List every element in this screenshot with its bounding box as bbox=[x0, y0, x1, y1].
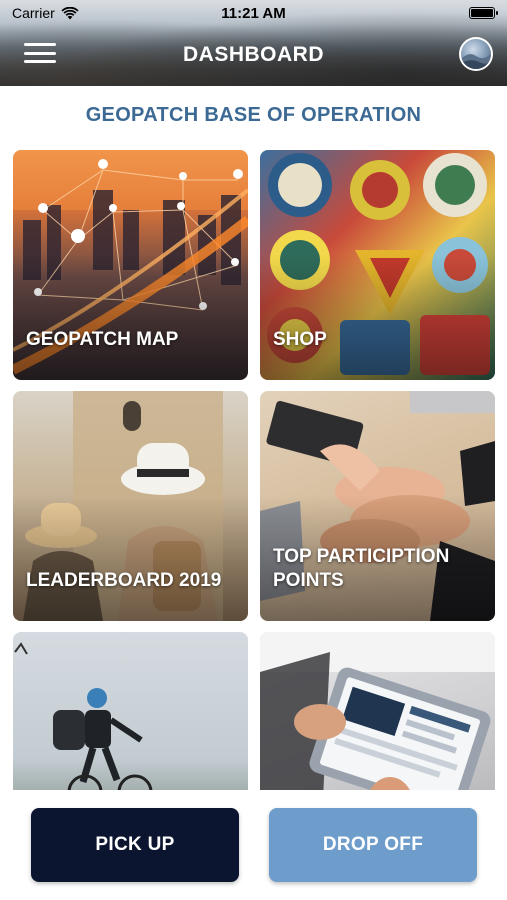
hamburger-menu-icon[interactable] bbox=[24, 40, 56, 66]
status-left: Carrier bbox=[12, 5, 79, 21]
drop-off-button[interactable]: DROP OFF bbox=[269, 808, 477, 882]
header-row: DASHBOARD bbox=[0, 30, 507, 80]
status-time: 11:21 AM bbox=[221, 4, 286, 22]
tile-label: TOP PARTICIPTION POINTS bbox=[273, 546, 450, 591]
battery-icon bbox=[469, 7, 498, 19]
dashboard-grid: GEOPATCH MAP SHOP LEADERBOARD 2019 TOP P… bbox=[13, 150, 495, 790]
tile-label: GEOPATCH MAP bbox=[26, 329, 179, 350]
pick-up-button[interactable]: PICK UP bbox=[31, 808, 239, 882]
avatar-image-icon bbox=[461, 54, 491, 69]
page-title: DASHBOARD bbox=[183, 43, 324, 66]
section-title: GEOPATCH BASE OF OPERATION bbox=[85, 104, 422, 126]
tile-shop[interactable]: SHOP bbox=[260, 150, 495, 380]
tile-label: SHOP bbox=[273, 329, 327, 350]
carrier-label: Carrier bbox=[12, 5, 55, 21]
tile-top-participation-points[interactable]: TOP PARTICIPTION POINTS bbox=[260, 391, 495, 621]
tile-label: LEADERBOARD 2019 bbox=[26, 570, 222, 591]
status-bar: Carrier 11:21 AM bbox=[0, 0, 507, 26]
tile-geopatch-map[interactable]: GEOPATCH MAP bbox=[13, 150, 248, 380]
tile-tablet[interactable] bbox=[260, 632, 495, 790]
wifi-icon bbox=[61, 6, 79, 19]
cyclist-image bbox=[14, 642, 153, 790]
tablet-news-image bbox=[260, 632, 495, 790]
avatar[interactable] bbox=[459, 37, 493, 71]
tile-cyclist[interactable] bbox=[13, 632, 248, 790]
tile-leaderboard[interactable]: LEADERBOARD 2019 bbox=[13, 391, 248, 621]
